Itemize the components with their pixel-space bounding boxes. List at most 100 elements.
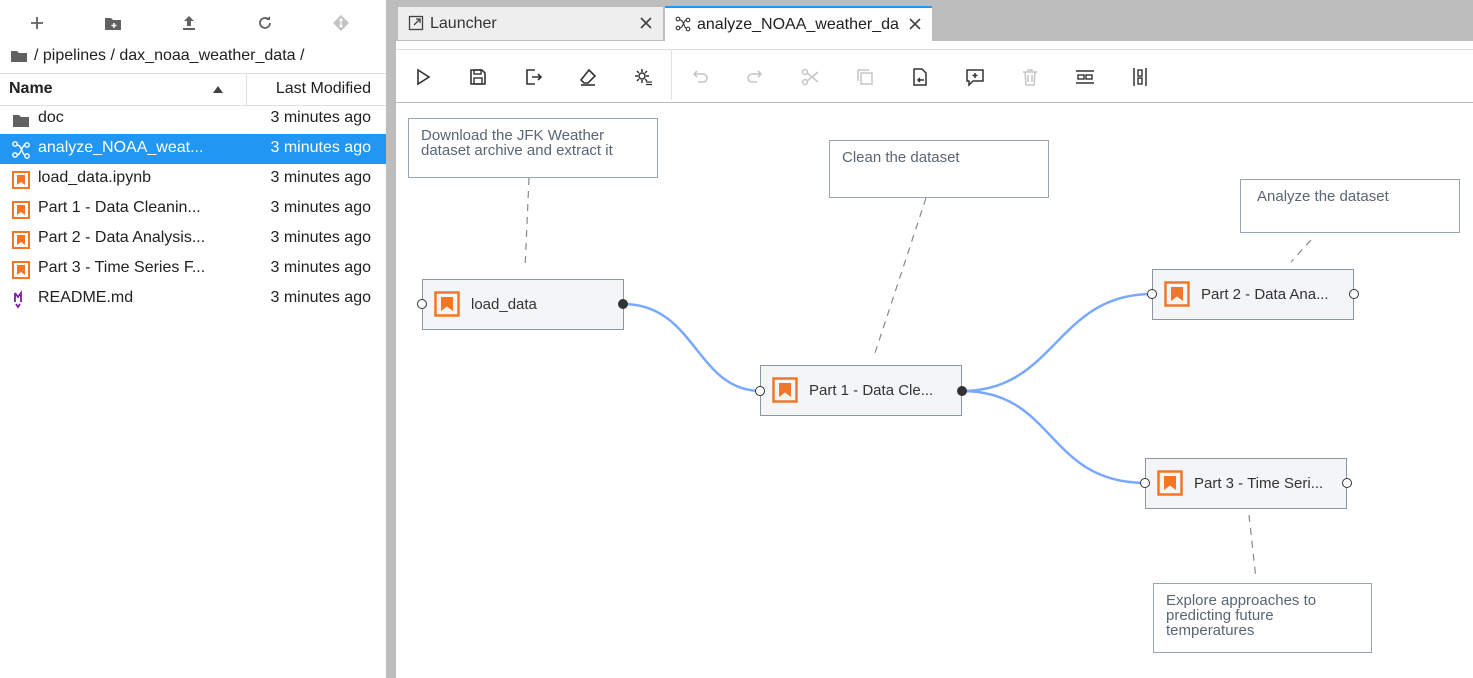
- gear-icon: [635, 69, 652, 86]
- file-name: Part 2 - Data Analysis...: [38, 229, 206, 246]
- main-area: Launcher analyze_NOAA_weather_da Downloa…: [396, 0, 1473, 678]
- new-folder-button[interactable]: [95, 10, 131, 36]
- output-port[interactable]: [957, 386, 967, 396]
- file-name: README.md: [38, 289, 134, 306]
- trash-icon: [1023, 69, 1037, 86]
- file-row-notebook[interactable]: load_data.ipynb 3 minutes ago: [0, 164, 386, 194]
- comment-clean[interactable]: Clean the dataset: [829, 140, 1049, 198]
- input-port[interactable]: [1140, 478, 1150, 488]
- pipeline-icon: [675, 16, 691, 32]
- redo-button[interactable]: [742, 64, 768, 90]
- close-icon[interactable]: [639, 16, 653, 30]
- input-port[interactable]: [417, 299, 427, 309]
- redo-icon: [747, 70, 763, 83]
- pipeline-icon: [12, 141, 30, 159]
- sort-ascending-icon[interactable]: [213, 86, 223, 93]
- input-port[interactable]: [755, 386, 765, 396]
- cut-icon: [801, 68, 819, 86]
- add-comment-button[interactable]: [962, 64, 988, 90]
- export-button[interactable]: [520, 64, 546, 90]
- plus-icon: [31, 17, 43, 29]
- notebook-icon: [1164, 281, 1190, 307]
- runtimes-button[interactable]: [630, 64, 656, 90]
- git-clone-button[interactable]: [323, 10, 359, 36]
- comment-link: [874, 197, 927, 354]
- upload-icon: [183, 16, 195, 30]
- file-name: analyze_NOAA_weat...: [38, 139, 204, 156]
- file-row-pipeline[interactable]: analyze_NOAA_weat... 3 minutes ago: [0, 134, 386, 164]
- copy-button[interactable]: [852, 64, 878, 90]
- save-button[interactable]: [465, 64, 491, 90]
- paste-icon: [913, 68, 927, 86]
- close-icon[interactable]: [908, 17, 922, 31]
- file-name: doc: [38, 109, 64, 126]
- arrange-vertical-icon: [1133, 68, 1147, 86]
- pipeline-canvas[interactable]: Download the JFK Weather dataset archive…: [396, 102, 1473, 678]
- file-row-notebook[interactable]: Part 1 - Data Cleanin... 3 minutes ago: [0, 194, 386, 224]
- file-row-notebook[interactable]: Part 3 - Time Series F... 3 minutes ago: [0, 254, 386, 284]
- output-port[interactable]: [1342, 478, 1352, 488]
- file-row-doc[interactable]: doc 3 minutes ago: [0, 104, 386, 134]
- arrange-vertical-button[interactable]: [1127, 64, 1153, 90]
- file-row-markdown[interactable]: README.md 3 minutes ago: [0, 284, 386, 314]
- comment-download[interactable]: Download the JFK Weather dataset archive…: [408, 118, 658, 178]
- column-divider: [246, 74, 247, 105]
- folder-icon: [11, 51, 27, 62]
- paste-button[interactable]: [907, 64, 933, 90]
- link-part1-to-part3: [961, 389, 1147, 485]
- notebook-icon: [434, 291, 460, 317]
- folder-icon: [13, 115, 29, 127]
- node-load-data[interactable]: load_data: [422, 279, 624, 330]
- pipeline-toolbar: [396, 49, 1473, 103]
- delete-button[interactable]: [1017, 64, 1043, 90]
- notebook-icon: [12, 201, 30, 219]
- add-comment-icon: [966, 69, 984, 87]
- eraser-icon: [579, 68, 597, 86]
- file-name: Part 1 - Data Cleanin...: [38, 199, 201, 216]
- file-row-notebook[interactable]: Part 2 - Data Analysis... 3 minutes ago: [0, 224, 386, 254]
- refresh-icon: [259, 16, 271, 29]
- new-launcher-button[interactable]: [19, 10, 55, 36]
- node-label: load_data: [471, 296, 537, 313]
- launcher-icon: [408, 15, 424, 31]
- output-port[interactable]: [618, 299, 628, 309]
- comment-explore[interactable]: Explore approaches to predicting future …: [1153, 583, 1372, 653]
- breadcrumb-path[interactable]: / pipelines / dax_noaa_weather_data /: [34, 47, 304, 65]
- tab-pipeline[interactable]: analyze_NOAA_weather_da: [665, 6, 932, 43]
- notebook-icon: [12, 261, 30, 279]
- name-column-header[interactable]: Name: [9, 80, 53, 98]
- node-label: Part 3 - Time Seri...: [1194, 475, 1324, 492]
- markdown-icon: [14, 290, 22, 309]
- export-icon: [526, 69, 543, 85]
- comment-analyze[interactable]: Analyze the dataset: [1240, 179, 1460, 233]
- tab-label: Launcher: [430, 15, 497, 32]
- refresh-button[interactable]: [247, 10, 283, 36]
- tab-launcher[interactable]: Launcher: [398, 7, 663, 40]
- arrange-horizontal-button[interactable]: [1072, 64, 1098, 90]
- breadcrumb[interactable]: / pipelines / dax_noaa_weather_data /: [10, 44, 304, 68]
- link-load-to-part1: [622, 302, 762, 393]
- file-modified: 3 minutes ago: [270, 259, 371, 276]
- output-port[interactable]: [1349, 289, 1359, 299]
- clear-button[interactable]: [575, 64, 601, 90]
- undo-icon: [692, 70, 708, 83]
- file-modified: 3 minutes ago: [270, 169, 371, 186]
- input-port[interactable]: [1147, 289, 1157, 299]
- comment-link: [1248, 514, 1257, 580]
- upload-button[interactable]: [171, 10, 207, 36]
- comment-link: [1290, 239, 1312, 263]
- file-modified: 3 minutes ago: [270, 199, 371, 216]
- modified-column-header[interactable]: Last Modified: [276, 80, 371, 98]
- node-part2[interactable]: Part 2 - Data Ana...: [1152, 269, 1354, 320]
- notebook-icon: [12, 171, 30, 189]
- panel-splitter[interactable]: [386, 0, 396, 678]
- node-part3[interactable]: Part 3 - Time Seri...: [1145, 458, 1347, 509]
- notebook-icon: [12, 231, 30, 249]
- git-icon: [333, 15, 349, 31]
- undo-button[interactable]: [687, 64, 713, 90]
- node-label: Part 1 - Data Cle...: [809, 382, 934, 399]
- node-part1[interactable]: Part 1 - Data Cle...: [760, 365, 962, 416]
- arrange-horizontal-icon: [1076, 70, 1094, 84]
- run-button[interactable]: [410, 64, 436, 90]
- cut-button[interactable]: [797, 64, 823, 90]
